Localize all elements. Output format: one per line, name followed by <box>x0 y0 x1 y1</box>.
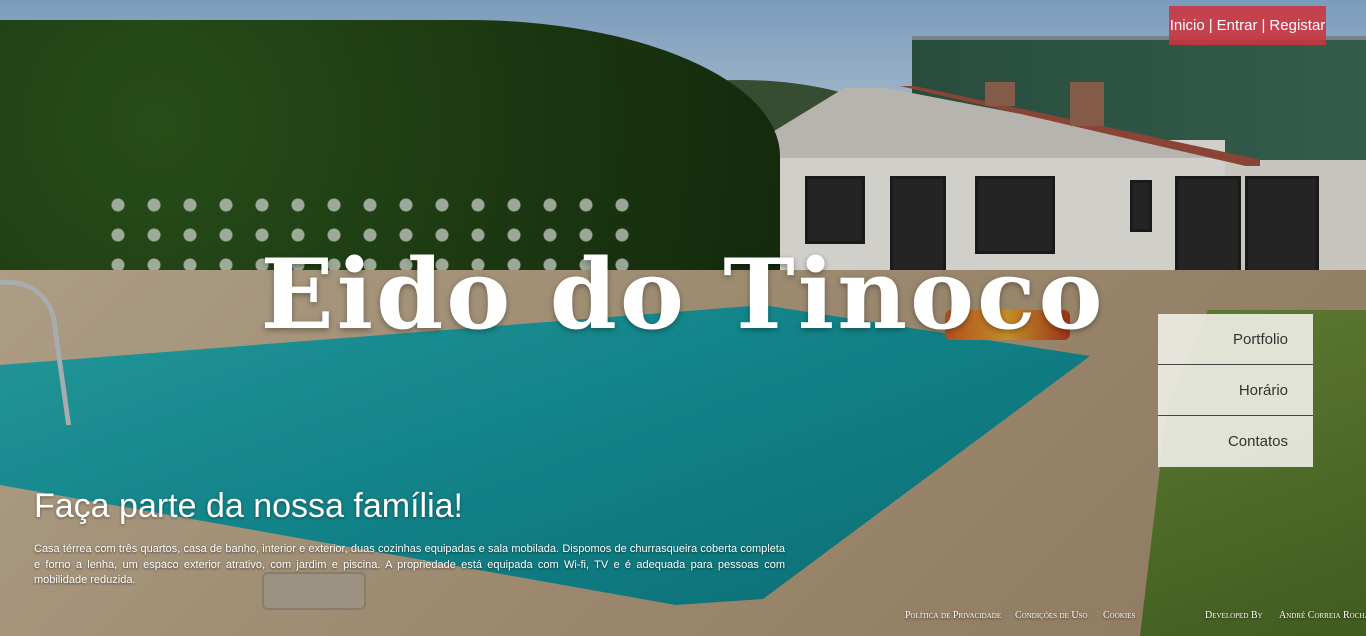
top-nav: Inicio | Entrar | Registar <box>1169 6 1326 45</box>
side-menu-contacts[interactable]: Contatos <box>1158 416 1313 467</box>
footer-cookies-link[interactable]: Cookies <box>1103 610 1135 621</box>
nav-separator: | <box>1208 17 1213 34</box>
footer-privacy-wrap: Política de Privacidade <box>905 610 1001 621</box>
footer-developed-by: Developed By <box>1205 610 1263 621</box>
footer-privacy-link[interactable]: Política de Privacidade <box>905 610 1001 621</box>
footer-terms-link[interactable]: Condições de Uso <box>1015 610 1088 621</box>
hero-description: Casa térrea com três quartos, casa de ba… <box>34 543 785 586</box>
nav-home-link[interactable]: Inicio <box>1170 17 1205 34</box>
footer-terms-wrap: Condições de Uso <box>1015 610 1088 621</box>
hero-tagline: Faça parte da nossa família! <box>34 487 464 525</box>
footer-cookies-wrap: Cookies <box>1103 610 1135 621</box>
nav-separator: | <box>1261 17 1266 34</box>
side-menu-portfolio[interactable]: Portfolio <box>1158 314 1313 365</box>
footer-developer-link[interactable]: André Correia Rocha <box>1279 610 1366 621</box>
nav-register-link[interactable]: Registar <box>1269 17 1325 34</box>
footer-developer-wrap: André Correia Rocha <box>1279 610 1366 621</box>
side-menu: Portfolio Horário Contatos <box>1158 314 1313 467</box>
side-menu-schedule[interactable]: Horário <box>1158 365 1313 416</box>
nav-login-link[interactable]: Entrar <box>1217 17 1258 34</box>
